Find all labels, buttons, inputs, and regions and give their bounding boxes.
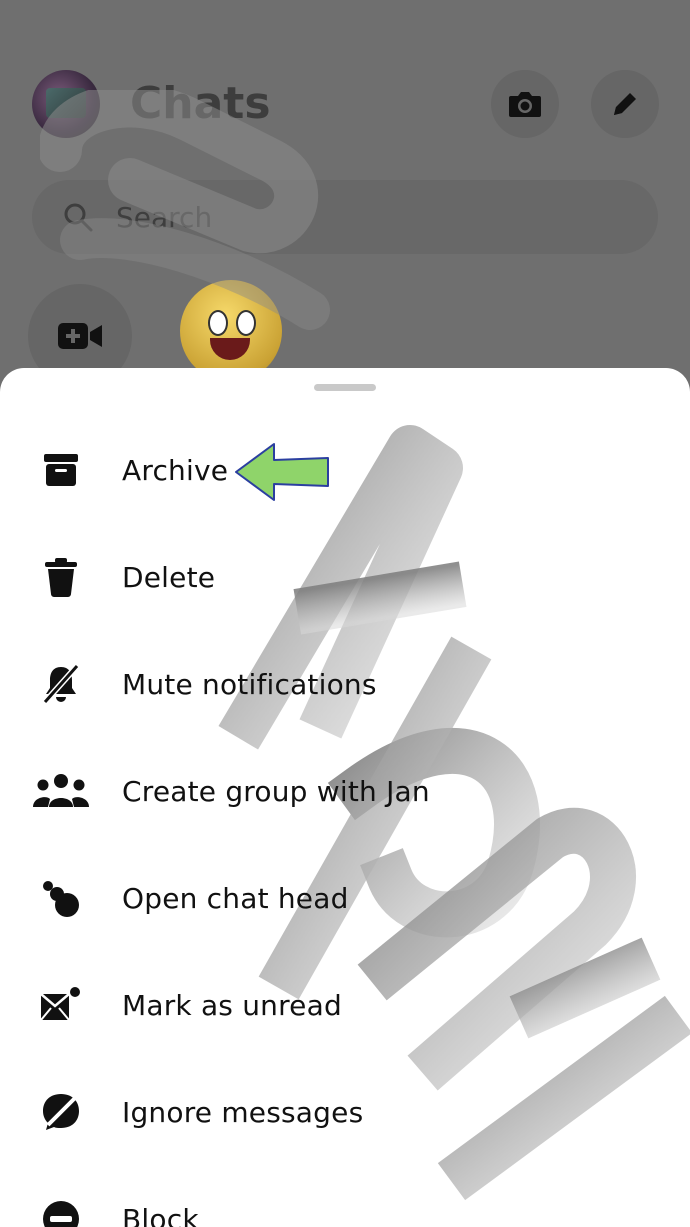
block-icon [32,1190,90,1227]
camera-button[interactable] [491,70,559,138]
search-input[interactable]: Search [32,180,658,254]
search-icon [64,203,93,232]
video-plus-icon [58,323,102,349]
menu-item-create-group[interactable]: Create group with Jan [0,741,690,841]
menu-item-mute-notifications[interactable]: Mute notifications [0,634,690,734]
menu-item-delete[interactable]: Delete [0,527,690,627]
mail-unread-icon [32,976,90,1034]
archive-icon [32,441,90,499]
menu-item-label: Ignore messages [122,1095,364,1129]
camera-icon [509,92,541,117]
menu-item-ignore-messages[interactable]: Ignore messages [0,1062,690,1162]
bell-off-icon [32,655,90,713]
contact-avatar[interactable] [180,280,282,382]
menu-item-label: Archive [122,453,229,487]
sheet-drag-handle[interactable] [314,384,376,391]
profile-avatar[interactable] [32,70,100,138]
compose-button[interactable] [591,70,659,138]
menu-item-label: Block [122,1202,199,1227]
menu-item-label: Mark as unread [122,988,342,1022]
trash-icon [32,548,90,606]
pencil-icon [614,93,636,115]
menu-item-label: Mute notifications [122,667,377,701]
menu-item-archive[interactable]: Archive [0,420,690,520]
search-placeholder: Search [116,200,213,234]
menu-item-open-chat-head[interactable]: Open chat head [0,848,690,948]
menu-item-block[interactable]: Block [0,1169,690,1227]
page-title: Chats [130,78,271,129]
annotation-arrow-icon [235,443,329,501]
group-icon [32,762,90,820]
menu-item-mark-as-unread[interactable]: Mark as unread [0,955,690,1055]
chat-head-icon [32,869,90,927]
menu-item-label: Delete [122,560,216,594]
conversation-options-sheet: Archive Delete Mute notifications Create… [0,368,690,1227]
menu-item-label: Create group with Jan [122,774,430,808]
menu-item-label: Open chat head [122,881,349,915]
ignore-icon [32,1083,90,1141]
